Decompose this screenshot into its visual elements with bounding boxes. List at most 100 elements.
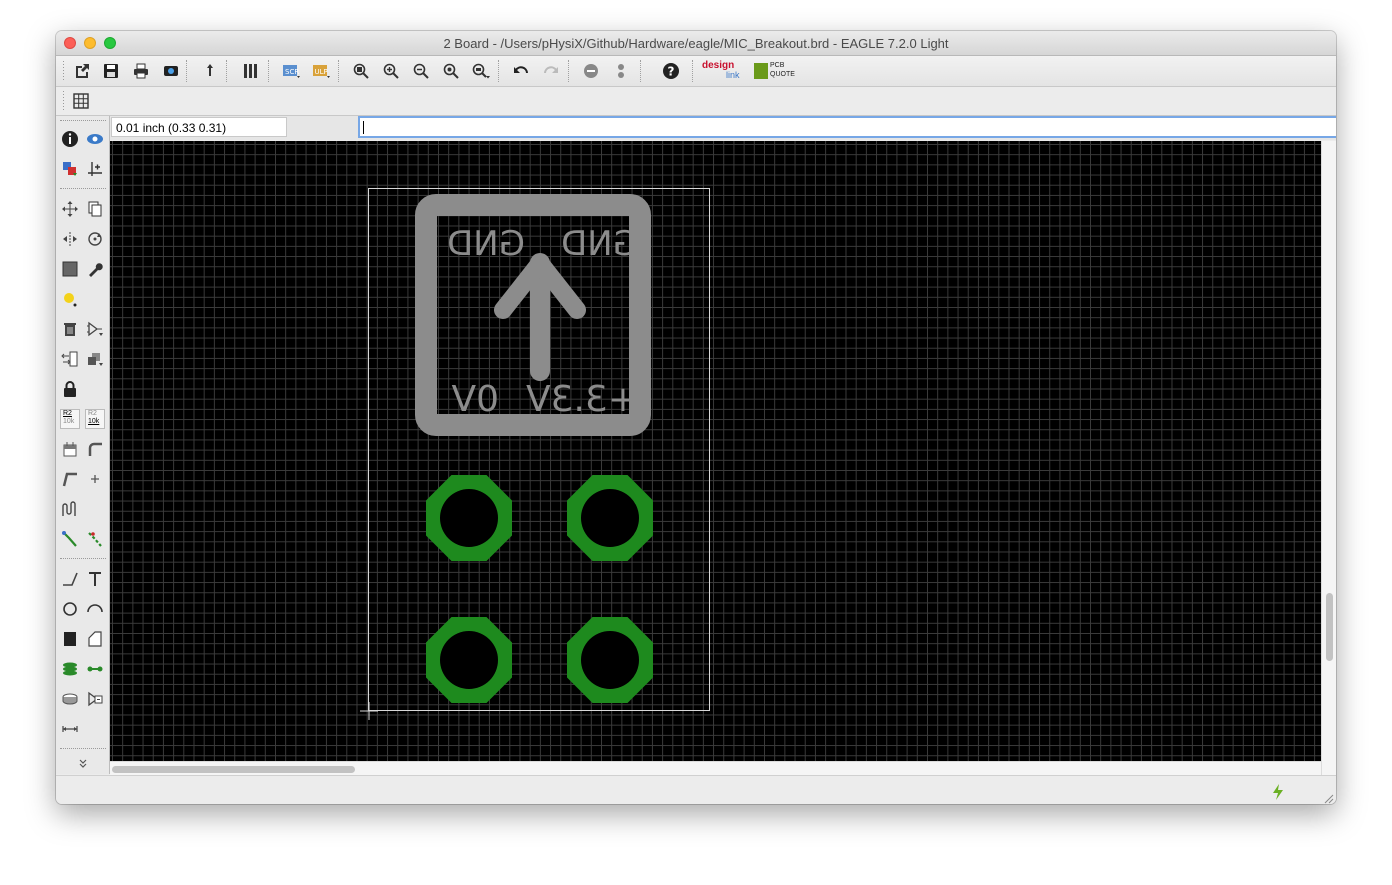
svg-text:?: ? [668, 65, 675, 79]
palette-separator [60, 188, 106, 190]
add-icon[interactable] [84, 318, 106, 340]
r2-value-label: R2 [88, 410, 97, 417]
print-icon[interactable] [130, 60, 152, 82]
horizontal-scrollbar[interactable] [110, 761, 1321, 776]
ratsnest-lightning-icon[interactable] [1270, 783, 1286, 804]
zoom-out-icon[interactable] [410, 60, 432, 82]
silk-label-bottom-left: 0V [451, 379, 499, 420]
palette-separator [60, 558, 106, 560]
palette-separator [60, 120, 106, 122]
pcb-quote-label: PCB [770, 62, 785, 69]
show-icon[interactable] [84, 128, 106, 150]
save-icon[interactable] [100, 60, 122, 82]
cam-icon[interactable] [160, 60, 182, 82]
toolbar-separator [268, 60, 270, 82]
toolbar-separator [226, 60, 228, 82]
design-link-icon[interactable]: design link [700, 60, 746, 82]
toolbar-separator [640, 60, 642, 82]
pad [567, 617, 653, 703]
secondary-toolbar [56, 87, 1336, 116]
toolbar-separator [568, 60, 570, 82]
zoom-select-icon[interactable] [470, 60, 492, 82]
toolbar-separator [692, 60, 694, 82]
meander-icon[interactable] [59, 498, 81, 520]
attribute-icon[interactable] [84, 688, 106, 710]
ripup-icon[interactable] [84, 528, 106, 550]
text-caret [363, 121, 364, 134]
svg-text:SCR: SCR [285, 68, 299, 76]
horizontal-scroll-thumb[interactable] [112, 766, 355, 773]
title-bar: 2 Board - /Users/pHysiX/Github/Hardware/… [56, 31, 1336, 56]
grid-icon[interactable] [70, 90, 92, 112]
upload-icon[interactable] [199, 60, 221, 82]
command-input[interactable] [358, 116, 1336, 138]
pad [426, 617, 512, 703]
stop-icon[interactable] [580, 60, 602, 82]
zoom-in-icon[interactable] [380, 60, 402, 82]
dimension-icon[interactable] [59, 718, 81, 740]
change-icon[interactable] [84, 258, 106, 280]
board-canvas[interactable]: GND GND 0V +3.3V [110, 141, 1321, 761]
script-icon[interactable]: SCR [280, 60, 302, 82]
display-layers-icon[interactable] [59, 158, 81, 180]
silk-label-bottom-right: +3.3V [526, 379, 638, 420]
copy-icon[interactable] [84, 198, 106, 220]
rect-icon[interactable] [59, 628, 81, 650]
r2-name-label: R2 [63, 410, 72, 417]
toolbar-separator [338, 60, 340, 82]
help-icon[interactable]: ? [660, 60, 682, 82]
mark-icon[interactable] [84, 158, 106, 180]
silk-label-top-right: GND [561, 224, 639, 264]
delete-icon[interactable] [59, 318, 81, 340]
circle-icon[interactable] [59, 598, 81, 620]
info-icon[interactable] [59, 128, 81, 150]
value-icon[interactable]: R2 10k [84, 408, 106, 430]
rotate-icon[interactable] [84, 228, 106, 250]
via-icon[interactable] [59, 658, 81, 680]
toolbar-grip[interactable] [62, 60, 66, 82]
text-icon[interactable] [84, 568, 106, 590]
redo-icon[interactable] [540, 60, 562, 82]
lock-icon[interactable] [59, 378, 81, 400]
split-icon[interactable] [59, 468, 81, 490]
replace-icon[interactable] [84, 348, 106, 370]
board-drawing: GND GND 0V +3.3V [360, 188, 710, 720]
vertical-scrollbar[interactable] [1321, 141, 1336, 775]
toolbar-separator [498, 60, 500, 82]
tool-palette: R2 10k R2 10k [56, 116, 110, 774]
zoom-fit-icon[interactable] [350, 60, 372, 82]
expand-palette-icon[interactable] [72, 756, 94, 772]
arc-icon[interactable] [84, 598, 106, 620]
optimize-icon[interactable] [84, 468, 106, 490]
go-icon[interactable] [610, 60, 632, 82]
mirror-icon[interactable] [59, 228, 81, 250]
wire-icon[interactable] [59, 568, 81, 590]
polygon-icon[interactable] [84, 628, 106, 650]
open-icon[interactable] [71, 60, 93, 82]
name-icon[interactable]: R2 10k [59, 408, 81, 430]
toolbar-grip[interactable] [62, 90, 66, 112]
zoom-redraw-icon[interactable] [440, 60, 462, 82]
undo-icon[interactable] [510, 60, 532, 82]
main-toolbar: SCR ULP ? design link PCB QUOTE [56, 56, 1336, 87]
miter-icon[interactable] [84, 438, 106, 460]
resize-grip[interactable] [1322, 791, 1334, 804]
smash-icon[interactable] [59, 438, 81, 460]
pinswap-icon[interactable] [59, 348, 81, 370]
route-icon[interactable] [59, 528, 81, 550]
pcb-quote-sublabel: QUOTE [770, 71, 795, 78]
run-ulp-icon[interactable]: ULP [310, 60, 332, 82]
move-icon[interactable] [59, 198, 81, 220]
pcb-quote-icon[interactable]: PCB QUOTE [752, 60, 795, 82]
eagle-window: 2 Board - /Users/pHysiX/Github/Hardware/… [56, 31, 1336, 804]
signal-icon[interactable] [84, 658, 106, 680]
layers-icon[interactable] [240, 60, 262, 82]
hole-icon[interactable] [59, 688, 81, 710]
vertical-scroll-thumb[interactable] [1326, 593, 1333, 661]
r2-name-value: 10k [63, 418, 75, 425]
toolbar-separator [186, 60, 188, 82]
pad [426, 475, 512, 561]
group-icon[interactable] [59, 258, 81, 280]
coordinate-display: 0.01 inch (0.33 0.31) [111, 117, 287, 137]
paint-roller-icon[interactable] [59, 288, 81, 310]
